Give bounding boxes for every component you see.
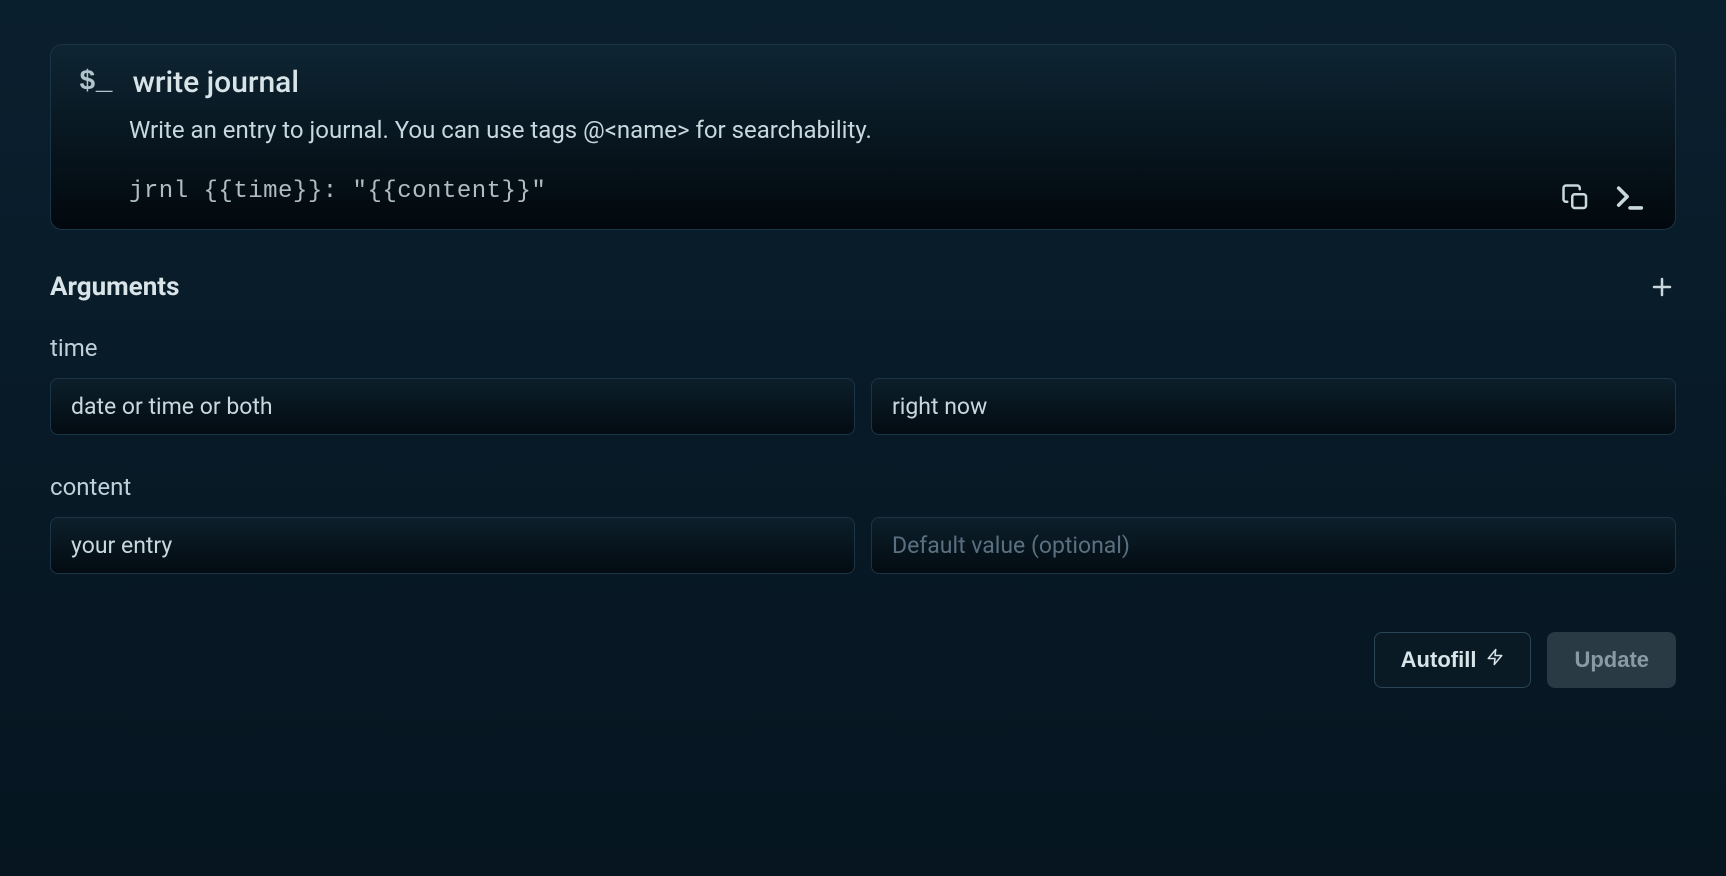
argument-value-input[interactable]: [50, 378, 855, 435]
argument-value-input[interactable]: [50, 517, 855, 574]
update-button[interactable]: Update: [1547, 632, 1676, 688]
command-card: $_ write journal Write an entry to journ…: [50, 44, 1676, 230]
argument-label: time: [50, 334, 1676, 362]
terminal-icon: $_: [79, 67, 113, 98]
arguments-heading: Arguments: [50, 272, 179, 302]
argument-inputs: [50, 378, 1676, 435]
autofill-button[interactable]: Autofill: [1374, 632, 1532, 688]
argument-inputs: [50, 517, 1676, 574]
argument-label: content: [50, 473, 1676, 501]
update-label: Update: [1574, 647, 1649, 673]
copy-icon[interactable]: [1561, 183, 1591, 213]
argument-default-input[interactable]: [871, 378, 1676, 435]
lightning-icon: [1486, 648, 1504, 671]
argument-group-content: content: [50, 473, 1676, 574]
command-description: Write an entry to journal. You can use t…: [51, 114, 1675, 166]
add-argument-icon[interactable]: [1648, 273, 1676, 301]
arguments-section: Arguments time content: [50, 272, 1676, 574]
argument-default-input[interactable]: [871, 517, 1676, 574]
command-title: write journal: [133, 65, 299, 100]
command-template: jrnl {{time}}: "{{content}}": [51, 166, 1675, 229]
command-template-text: jrnl {{time}}: "{{content}}": [129, 178, 546, 205]
command-header: $_ write journal: [51, 45, 1675, 114]
footer-actions: Autofill Update: [50, 632, 1676, 688]
argument-group-time: time: [50, 334, 1676, 435]
arguments-header: Arguments: [50, 272, 1676, 302]
command-actions: [1561, 181, 1647, 215]
autofill-label: Autofill: [1401, 647, 1477, 673]
run-icon[interactable]: [1613, 181, 1647, 215]
